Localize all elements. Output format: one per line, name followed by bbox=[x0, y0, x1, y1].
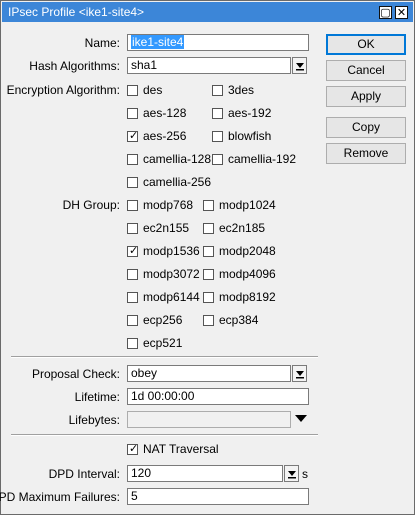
encryption-des-label: des bbox=[143, 83, 163, 97]
lifebytes-expand-icon[interactable] bbox=[295, 415, 307, 422]
checkbox-box bbox=[203, 246, 214, 257]
checkbox-box: ✓ bbox=[127, 443, 139, 455]
remove-button[interactable]: Remove bbox=[326, 143, 406, 164]
checkbox-box: ✓ bbox=[127, 130, 139, 142]
hash-algorithms-select[interactable]: sha1 bbox=[127, 57, 291, 74]
encryption-aes-128-label: aes-128 bbox=[143, 106, 187, 120]
lifebytes-input[interactable] bbox=[127, 411, 291, 428]
encryption-camellia-192-label: camellia-192 bbox=[228, 152, 297, 166]
checkbox-box bbox=[127, 338, 138, 349]
hash-dropdown-icon[interactable] bbox=[292, 57, 307, 74]
dh-modp6144-label: modp6144 bbox=[143, 290, 200, 304]
encryption-blowfish-label: blowfish bbox=[228, 129, 272, 143]
checkbox-box: ✓ bbox=[127, 245, 139, 257]
checkbox-box bbox=[127, 177, 138, 188]
dpd-interval-input[interactable]: 120 bbox=[127, 465, 283, 482]
checkbox-box bbox=[127, 85, 138, 96]
checkmark-icon: ✓ bbox=[129, 130, 139, 142]
separator-highlight bbox=[11, 435, 318, 436]
lifetime-value: 1d 00:00:00 bbox=[131, 389, 195, 403]
encryption-3des-label: 3des bbox=[228, 83, 255, 97]
dh-ec2n155-label: ec2n155 bbox=[143, 221, 190, 235]
checkbox-box bbox=[127, 200, 138, 211]
encryption-camellia-128-label: camellia-128 bbox=[143, 152, 212, 166]
proposal-check-label: Proposal Check: bbox=[31, 367, 120, 381]
dpd-max-failures-value: 5 bbox=[131, 489, 138, 503]
checkmark-icon: ✓ bbox=[129, 245, 139, 257]
separator-highlight bbox=[11, 357, 318, 358]
dh-modp768-label: modp768 bbox=[143, 198, 194, 212]
dpd-interval-unit: s bbox=[302, 467, 308, 481]
copy-button[interactable]: Copy bbox=[326, 117, 406, 138]
cancel-button[interactable]: Cancel bbox=[326, 60, 406, 81]
window-title: IPsec Profile <ike1-site4> bbox=[8, 5, 145, 19]
checkbox-box bbox=[127, 315, 138, 326]
dpd-interval-dropdown-icon[interactable] bbox=[284, 465, 299, 482]
checkbox-box bbox=[127, 154, 138, 165]
dh-modp4096-label: modp4096 bbox=[219, 267, 276, 281]
dh-ecp521-label: ecp521 bbox=[143, 336, 183, 350]
apply-button[interactable]: Apply bbox=[326, 86, 406, 107]
checkbox-box bbox=[127, 292, 138, 303]
lifetime-input[interactable]: 1d 00:00:00 bbox=[127, 388, 309, 405]
name-input[interactable]: ike1-site4 bbox=[127, 34, 309, 51]
close-icon[interactable]: ✕ bbox=[395, 6, 408, 19]
hash-algorithms-value: sha1 bbox=[131, 58, 158, 72]
dh-ec2n185-label: ec2n185 bbox=[219, 221, 266, 235]
hash-algorithms-label: Hash Algorithms: bbox=[29, 59, 120, 73]
ok-button[interactable]: OK bbox=[326, 34, 406, 55]
dh-modp8192-label: modp8192 bbox=[219, 290, 276, 304]
nat-traversal-label: NAT Traversal bbox=[143, 442, 219, 456]
proposal-check-value: obey bbox=[131, 366, 158, 380]
dpd-max-failures-input[interactable]: 5 bbox=[127, 488, 309, 505]
dpd-max-failures-label: DPD Maximum Failures: bbox=[0, 490, 120, 504]
checkbox-box bbox=[127, 108, 138, 119]
dh-modp2048-label: modp2048 bbox=[219, 244, 276, 258]
dh-group-label: DH Group: bbox=[62, 198, 120, 212]
checkbox-box bbox=[212, 154, 223, 165]
lifebytes-label: Lifebytes: bbox=[68, 413, 120, 427]
checkbox-box bbox=[127, 269, 138, 280]
checkbox-box bbox=[127, 223, 138, 234]
encryption-algorithm-label: Encryption Algorithm: bbox=[6, 83, 120, 97]
dh-ecp384-label: ecp384 bbox=[219, 313, 259, 327]
name-input-value: ike1-site4 bbox=[131, 35, 185, 49]
restore-icon[interactable]: ▢ bbox=[379, 6, 392, 19]
dpd-interval-label: DPD Interval: bbox=[48, 467, 120, 481]
dh-modp1024-label: modp1024 bbox=[219, 198, 276, 212]
name-label: Name: bbox=[84, 36, 120, 50]
dh-ecp256-label: ecp256 bbox=[143, 313, 183, 327]
dh-modp1536-label: modp1536 bbox=[143, 244, 200, 258]
dpd-interval-value: 120 bbox=[131, 466, 152, 480]
proposal-check-select[interactable]: obey bbox=[127, 365, 291, 382]
checkbox-box bbox=[212, 85, 223, 96]
proposal-dropdown-icon[interactable] bbox=[292, 365, 307, 382]
dh-modp3072-label: modp3072 bbox=[143, 267, 200, 281]
checkbox-box bbox=[212, 131, 223, 142]
checkbox-box bbox=[203, 223, 214, 234]
checkbox-box bbox=[203, 269, 214, 280]
encryption-camellia-256-label: camellia-256 bbox=[143, 175, 212, 189]
lifetime-label: Lifetime: bbox=[74, 390, 120, 404]
ipsec-profile-window: IPsec Profile <ike1-site4> ▢ ✕ Name: ike… bbox=[0, 0, 415, 515]
checkmark-icon: ✓ bbox=[129, 443, 139, 455]
encryption-aes-256-label: aes-256 bbox=[143, 129, 187, 143]
checkbox-box bbox=[212, 108, 223, 119]
checkbox-box bbox=[203, 292, 214, 303]
checkbox-box bbox=[203, 315, 214, 326]
title-bar[interactable]: IPsec Profile <ike1-site4> ▢ ✕ bbox=[2, 2, 413, 22]
encryption-aes-192-label: aes-192 bbox=[228, 106, 272, 120]
checkbox-box bbox=[203, 200, 214, 211]
